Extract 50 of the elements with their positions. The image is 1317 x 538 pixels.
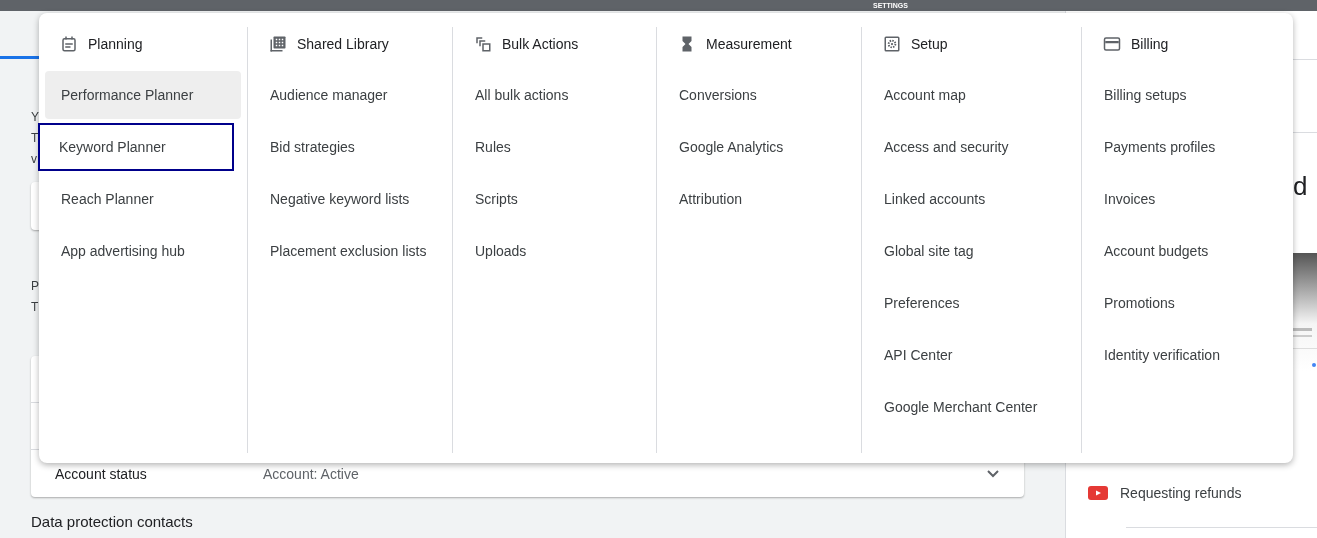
menu-item[interactable]: Account map (868, 71, 1075, 119)
setting-value: Account: Active (263, 465, 360, 482)
menu-item[interactable]: Keyword Planner (38, 123, 234, 171)
setting-label: Account status (55, 465, 148, 482)
menu-item[interactable]: Conversions (663, 71, 855, 119)
menu-item[interactable]: Performance Planner (45, 71, 241, 119)
menu-heading: Shared Library (297, 36, 389, 52)
menu-item[interactable]: Attribution (663, 175, 855, 223)
menu-item[interactable]: Rules (459, 123, 650, 171)
menu-item[interactable]: Promotions (1088, 279, 1287, 327)
menu-item[interactable]: Scripts (459, 175, 650, 223)
menu-item[interactable]: Audience manager (254, 71, 446, 119)
menu-item[interactable]: Negative keyword lists (254, 175, 446, 223)
menu-item[interactable]: Google Merchant Center (868, 383, 1075, 431)
settings-icon (883, 35, 901, 53)
menu-item[interactable]: Linked accounts (868, 175, 1075, 223)
menu-item[interactable]: Payments profiles (1088, 123, 1287, 171)
calendar-icon (60, 35, 78, 53)
menu-item[interactable]: Identity verification (1088, 331, 1287, 379)
text-fragment: P (31, 278, 40, 295)
menu-heading: Billing (1131, 36, 1169, 52)
help-link[interactable]: Requesting refunds (1120, 485, 1242, 501)
menu-heading: Planning (88, 36, 143, 52)
menu-item[interactable]: Invoices (1088, 175, 1287, 223)
menu-item[interactable]: Placement exclusion lists (254, 227, 446, 275)
menu-heading: Setup (911, 36, 948, 52)
grid-icon (269, 35, 287, 53)
menu-item[interactable]: All bulk actions (459, 71, 650, 119)
text-fragment: T (31, 130, 40, 147)
menu-item[interactable]: Billing setups (1088, 71, 1287, 119)
menu-item[interactable]: Uploads (459, 227, 650, 275)
menu-item[interactable]: Global site tag (868, 227, 1075, 275)
menu-heading: Bulk Actions (502, 36, 579, 52)
menu-item[interactable]: Reach Planner (45, 175, 241, 223)
menu-item[interactable]: Access and security (868, 123, 1075, 171)
credit-card-icon (1103, 35, 1121, 53)
video-play-icon (1088, 486, 1108, 500)
section-heading: Data protection contacts (31, 513, 194, 530)
menu-heading: Measurement (706, 36, 792, 52)
panel-title: d (1293, 171, 1308, 202)
text-fragment: T (31, 299, 40, 316)
menu-item[interactable]: Google Analytics (663, 123, 855, 171)
menu-item[interactable]: App advertising hub (45, 227, 241, 275)
menu-item[interactable]: Preferences (868, 279, 1075, 327)
menu-item[interactable]: Bid strategies (254, 123, 446, 171)
text-fragment: v (31, 151, 38, 168)
menu-item[interactable]: API Center (868, 331, 1075, 379)
text-fragment: Y (31, 109, 40, 126)
menu-item[interactable]: Account budgets (1088, 227, 1287, 275)
copy-icon (474, 35, 492, 53)
